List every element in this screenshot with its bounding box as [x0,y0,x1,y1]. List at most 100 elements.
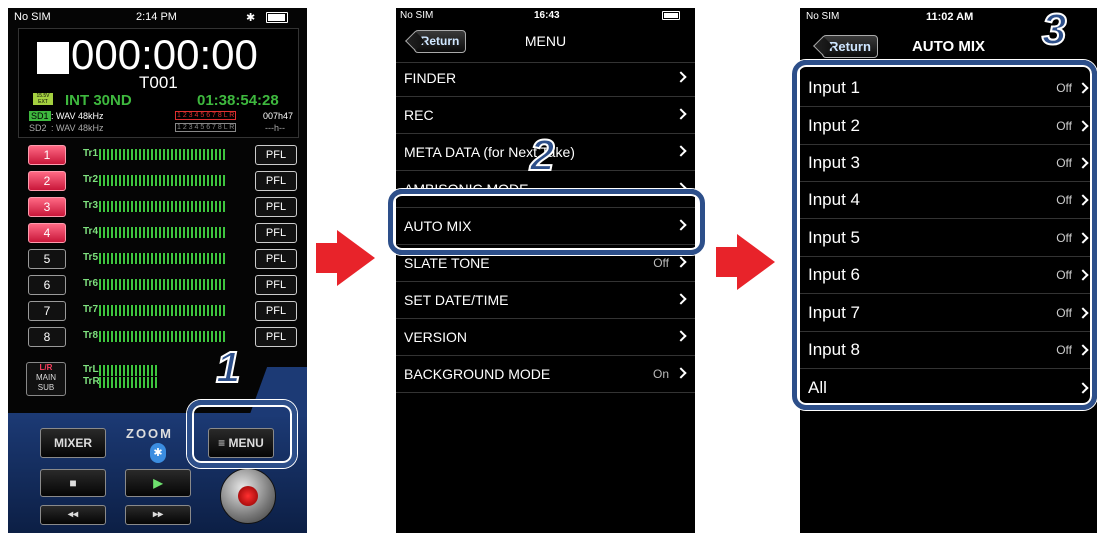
pfl-button[interactable]: PFL [255,275,297,295]
pfl-button[interactable]: PFL [255,145,297,165]
stop-state-icon [37,42,69,74]
sd1-label: SD1 [29,111,51,121]
level-meter [99,331,225,342]
track-row: 3 Tr3 PFL [8,194,307,220]
chevron-right-icon [675,71,687,83]
sd1-remaining: 007h47 [263,111,294,121]
ext-battery-badge: 15.5V EXT [33,93,53,105]
step1-highlight [187,400,297,468]
main-sub-button[interactable]: L/R MAIN SUB [26,362,66,396]
pfl-button[interactable]: PFL [255,197,297,217]
chevron-right-icon [675,367,687,379]
chevron-right-icon [675,108,687,120]
nav-bar: Return MENU [396,24,695,63]
chevron-right-icon [675,145,687,157]
step3-number: 3 [1041,5,1068,54]
play-button[interactable]: ▶ [125,469,191,497]
sd2-label: SD2 [29,123,47,133]
pfl-button[interactable]: PFL [255,327,297,347]
sd2-format: : WAV 48kHz [51,123,104,133]
menu-item-background-mode[interactable]: BACKGROUND MODE On [396,356,695,393]
track-row: 1 Tr1 PFL [8,142,307,168]
arrow-head-icon [737,234,775,290]
battery-icon [266,12,288,23]
main-sub-top: L/R [39,363,53,372]
sd2-remaining: ---h-- [265,123,285,133]
level-meter [99,305,225,316]
level-meter-l [99,365,159,376]
pfl-button[interactable]: PFL [255,223,297,243]
timecode-panel: 000:00:00 T001 15.5V EXT INT 30ND 01:38:… [18,28,299,138]
nav-title: MENU [524,33,567,49]
remaining-time: 01:38:54:28 [197,92,279,109]
track-label: Tr8 [83,330,99,341]
main-sub-mid: MAIN [36,373,56,382]
record-dot [238,486,258,506]
track-label: Tr3 [83,200,99,211]
step2-number: 2 [529,131,556,180]
track-label: Tr7 [83,304,99,315]
track-6-button[interactable]: 6 [28,275,66,295]
menu-item-label: BACKGROUND MODE [404,366,551,382]
chevron-right-icon [675,293,687,305]
pfl-button[interactable]: PFL [255,249,297,269]
track-row: 4 Tr4 PFL [8,220,307,246]
screen-menu: No SIM 16:43 Return MENU FINDER REC META… [396,8,695,533]
track-row: 8 Tr8 PFL [8,324,307,350]
menu-item-version[interactable]: VERSION [396,319,695,356]
chevron-right-icon [675,256,687,268]
clock-text: 16:43 [534,10,560,21]
timecode-display: 000:00:00 [71,31,258,78]
chevron-right-icon [675,330,687,342]
carrier-text: No SIM [14,11,51,23]
pfl-button[interactable]: PFL [255,301,297,321]
menu-item-label: REC [404,107,434,123]
rewind-button[interactable]: ◂◂ [40,505,106,525]
step2-highlight [388,189,705,255]
mixer-button[interactable]: MIXER [40,428,106,458]
pfl-button[interactable]: PFL [255,171,297,191]
track-3-button[interactable]: 3 [28,197,66,217]
track-label: Tr4 [83,226,99,237]
record-button[interactable] [220,468,276,524]
track-row: 7 Tr7 PFL [8,298,307,324]
track-row: 5 Tr5 PFL [8,246,307,272]
carrier-text: No SIM [400,10,434,21]
fast-forward-button[interactable]: ▸▸ [125,505,191,525]
track-4-button[interactable]: 4 [28,223,66,243]
step1-number: 1 [215,343,242,392]
sd2-channels: 1 2 3 4 5 6 7 8 L R [175,123,237,132]
menu-item-rec[interactable]: REC [396,97,695,134]
take-name: T001 [139,73,178,92]
clock-text: 2:14 PM [136,11,177,23]
level-meter [99,227,225,238]
level-meter [99,175,225,186]
track-list: 1 Tr1 PFL 2 Tr2 PFL 3 Tr3 PFL 4 Tr4 PFL … [8,142,307,402]
track-5-button[interactable]: 5 [28,249,66,269]
carrier-text: No SIM [806,11,840,22]
trl-label: TrL [83,364,99,375]
menu-item-set-date-time[interactable]: SET DATE/TIME [396,282,695,319]
clock-text: 11:02 AM [926,11,974,23]
level-meter [99,279,225,290]
step3-highlight [792,60,1097,410]
bluetooth-status-icon: ✱ [150,443,166,463]
track-2-button[interactable]: 2 [28,171,66,191]
menu-item-value: On [652,367,669,381]
level-meter-r [99,377,159,388]
track-1-button[interactable]: 1 [28,145,66,165]
track-8-button[interactable]: 8 [28,327,66,347]
track-label: Tr2 [83,174,99,185]
stop-button[interactable]: ■ [40,469,106,497]
arrow-right-icon [716,247,738,277]
track-label: Tr1 [83,148,99,159]
menu-item-finder[interactable]: FINDER [396,60,695,97]
sd1-format: : WAV 48kHz [51,111,104,121]
track-row: 2 Tr2 PFL [8,168,307,194]
level-meter [99,253,225,264]
brand-logo: ZOOM [126,426,173,441]
menu-item-label: SET DATE/TIME [404,292,509,308]
menu-item-value: Off [653,256,669,270]
track-7-button[interactable]: 7 [28,301,66,321]
menu-item-label: VERSION [404,329,468,345]
